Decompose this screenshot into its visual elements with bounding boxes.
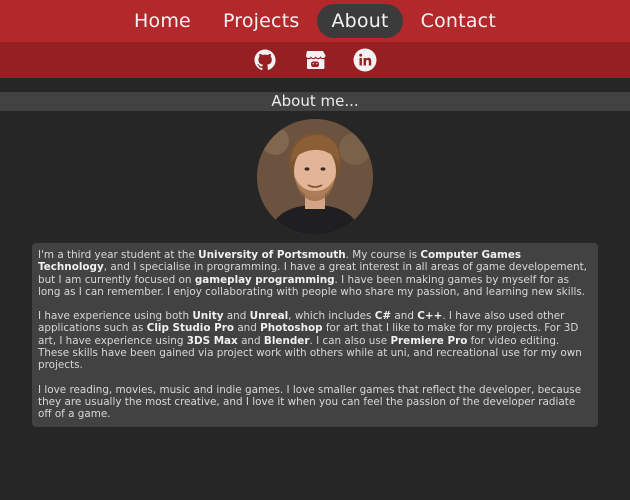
bio-text: and bbox=[223, 310, 250, 323]
bio-highlight: Photoshop bbox=[260, 322, 323, 335]
bio-text: . My course is bbox=[345, 249, 421, 261]
bio-highlight: Premiere Pro bbox=[390, 334, 468, 347]
bio-highlight: gameplay programming bbox=[194, 273, 335, 286]
bio-paragraph-2: I have experience using both Unity and U… bbox=[38, 310, 591, 371]
bio-highlight: University of Portsmouth bbox=[198, 249, 346, 261]
nav-about[interactable]: About bbox=[317, 4, 403, 38]
avatar-container bbox=[0, 119, 630, 235]
bio-highlight: C# bbox=[374, 310, 392, 323]
itch-io-icon[interactable] bbox=[302, 47, 328, 73]
avatar bbox=[257, 119, 373, 235]
bio-highlight: Clip Studio Pro bbox=[146, 322, 235, 335]
social-links-bar bbox=[0, 42, 630, 78]
about-header: About me... bbox=[0, 92, 630, 111]
bio-highlight: C++ bbox=[417, 310, 443, 323]
bio-text: , which includes bbox=[288, 310, 375, 323]
profile-photo bbox=[257, 119, 373, 235]
nav-contact[interactable]: Contact bbox=[407, 4, 510, 38]
github-icon[interactable] bbox=[252, 47, 278, 73]
bio-text: and bbox=[391, 310, 418, 323]
nav-home[interactable]: Home bbox=[120, 4, 205, 38]
bio-text: . I can also use bbox=[309, 334, 391, 347]
linkedin-icon[interactable] bbox=[352, 47, 378, 73]
bio-text: and bbox=[237, 334, 264, 347]
bio-paragraph-3: I love reading, movies, music and indie … bbox=[38, 383, 582, 421]
bio-text: I have experience using both bbox=[38, 310, 193, 323]
nav-projects[interactable]: Projects bbox=[209, 4, 314, 38]
bio-paragraph-1: I'm a third year student at the Universi… bbox=[38, 249, 591, 298]
bio-highlight: Blender bbox=[263, 334, 310, 347]
bio-highlight: Unreal bbox=[249, 310, 289, 323]
bio-card: I'm a third year student at the Universi… bbox=[32, 243, 598, 427]
bio-highlight: Unity bbox=[192, 310, 224, 323]
bio-text: and bbox=[234, 322, 261, 335]
top-nav: Home Projects About Contact bbox=[0, 0, 630, 42]
bio-text: I'm a third year student at the bbox=[38, 249, 199, 261]
spacer bbox=[0, 78, 630, 92]
bio-highlight: 3DS Max bbox=[186, 334, 238, 347]
